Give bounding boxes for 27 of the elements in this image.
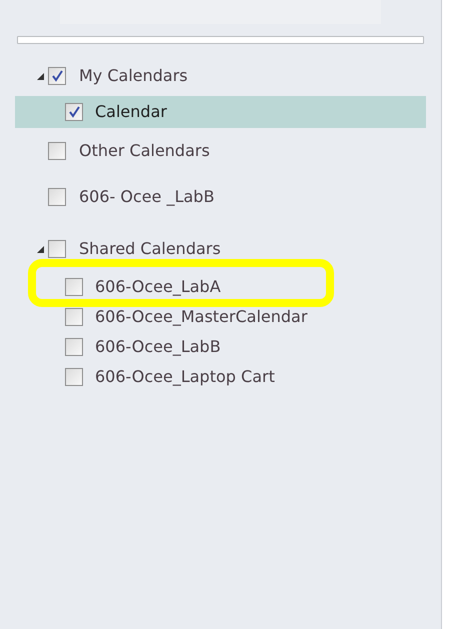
checkbox[interactable]	[48, 67, 66, 85]
calendar-item[interactable]: 606-Ocee_LabA	[15, 272, 426, 302]
checkbox[interactable]	[65, 278, 83, 296]
expand-arrow-icon[interactable]	[37, 72, 44, 80]
calendar-item[interactable]: 606-Ocee_MasterCalendar	[15, 302, 426, 332]
calendar-group-label[interactable]: Shared Calendars	[79, 237, 221, 261]
calendar-item[interactable]: 606-Ocee_LabB	[15, 332, 426, 362]
calendar-group-label[interactable]: 606- Ocee _LabB	[79, 185, 214, 209]
calendar-item[interactable]: Calendar	[15, 96, 426, 128]
calendar-group-label[interactable]: Other Calendars	[79, 139, 210, 163]
checkbox[interactable]	[65, 103, 83, 121]
calendar-label[interactable]: Calendar	[95, 100, 167, 124]
checkbox[interactable]	[65, 308, 83, 326]
calendar-label[interactable]: 606-Ocee_MasterCalendar	[95, 305, 308, 329]
calendar-item[interactable]: 606-Ocee_Laptop Cart	[15, 362, 426, 392]
checkbox[interactable]	[48, 142, 66, 160]
checkmark-icon	[52, 70, 62, 82]
expand-arrow-icon[interactable]	[37, 246, 44, 252]
checkbox[interactable]	[48, 188, 66, 206]
checkbox[interactable]	[65, 368, 83, 386]
checkmark-icon	[68, 106, 80, 118]
calendar-label[interactable]: 606-Ocee_LabA	[95, 275, 221, 299]
calendar-label[interactable]: 606-Ocee_LabB	[95, 335, 221, 359]
calendar-label[interactable]: 606-Ocee_Laptop Cart	[95, 365, 275, 389]
checkbox[interactable]	[48, 240, 66, 258]
calendar-group-label[interactable]: My Calendars	[79, 64, 188, 88]
checkbox[interactable]	[65, 338, 83, 356]
